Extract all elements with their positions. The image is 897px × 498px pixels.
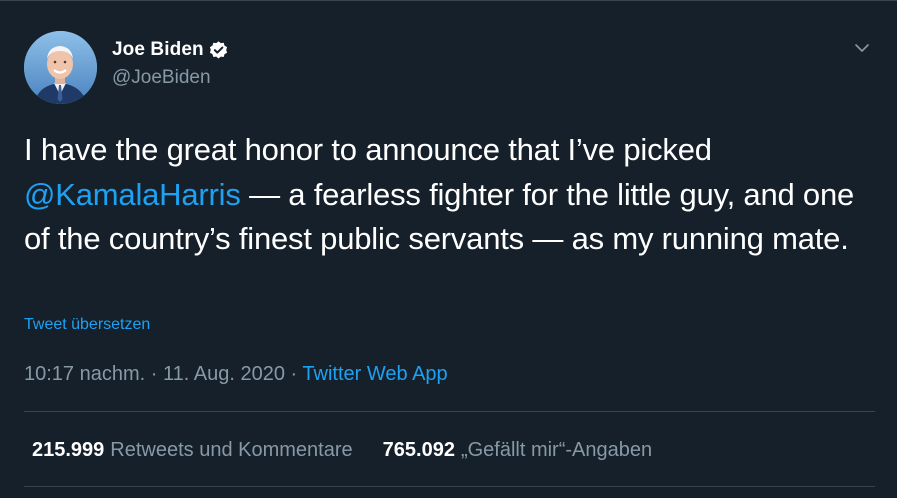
likes-label: „Gefällt mir“-Angaben xyxy=(460,439,653,461)
author-name-row[interactable]: Joe Biden xyxy=(112,38,229,62)
avatar-photo xyxy=(24,31,97,104)
retweets-count: 215.999 xyxy=(32,439,105,461)
divider xyxy=(24,486,875,487)
retweets-label: Retweets und Kommentare xyxy=(110,439,353,461)
chevron-down-icon[interactable] xyxy=(852,38,872,58)
meta-separator: · xyxy=(290,363,298,385)
tweet-date[interactable]: 11. Aug. 2020 xyxy=(163,363,285,385)
author-handle[interactable]: @JoeBiden xyxy=(112,67,211,89)
tweet-stats: 215.999 Retweets und Kommentare 765.092 … xyxy=(32,439,652,462)
tweet-text: I have the great honor to announce that … xyxy=(24,128,874,262)
tweet-meta: 10:17 nachm. · 11. Aug. 2020 · Twitter W… xyxy=(24,363,448,386)
tweet-card: Joe Biden @JoeBiden I have the great hon… xyxy=(0,0,897,498)
retweets-stat[interactable]: 215.999 Retweets und Kommentare xyxy=(32,439,353,462)
display-name[interactable]: Joe Biden xyxy=(112,39,204,61)
likes-count: 765.092 xyxy=(382,439,455,461)
mention-link[interactable]: @KamalaHarris xyxy=(24,177,241,212)
meta-separator: · xyxy=(150,363,158,385)
tweet-source-link[interactable]: Twitter Web App xyxy=(302,363,447,385)
tweet-text-part: I have the great honor to announce that … xyxy=(24,132,712,167)
avatar[interactable] xyxy=(24,31,97,104)
tweet-time[interactable]: 10:17 nachm. xyxy=(24,363,145,385)
translate-tweet-link[interactable]: Tweet übersetzen xyxy=(24,316,150,334)
divider xyxy=(24,411,875,412)
likes-stat[interactable]: 765.092 „Gefällt mir“-Angaben xyxy=(383,439,652,462)
verified-badge-icon xyxy=(208,40,229,61)
